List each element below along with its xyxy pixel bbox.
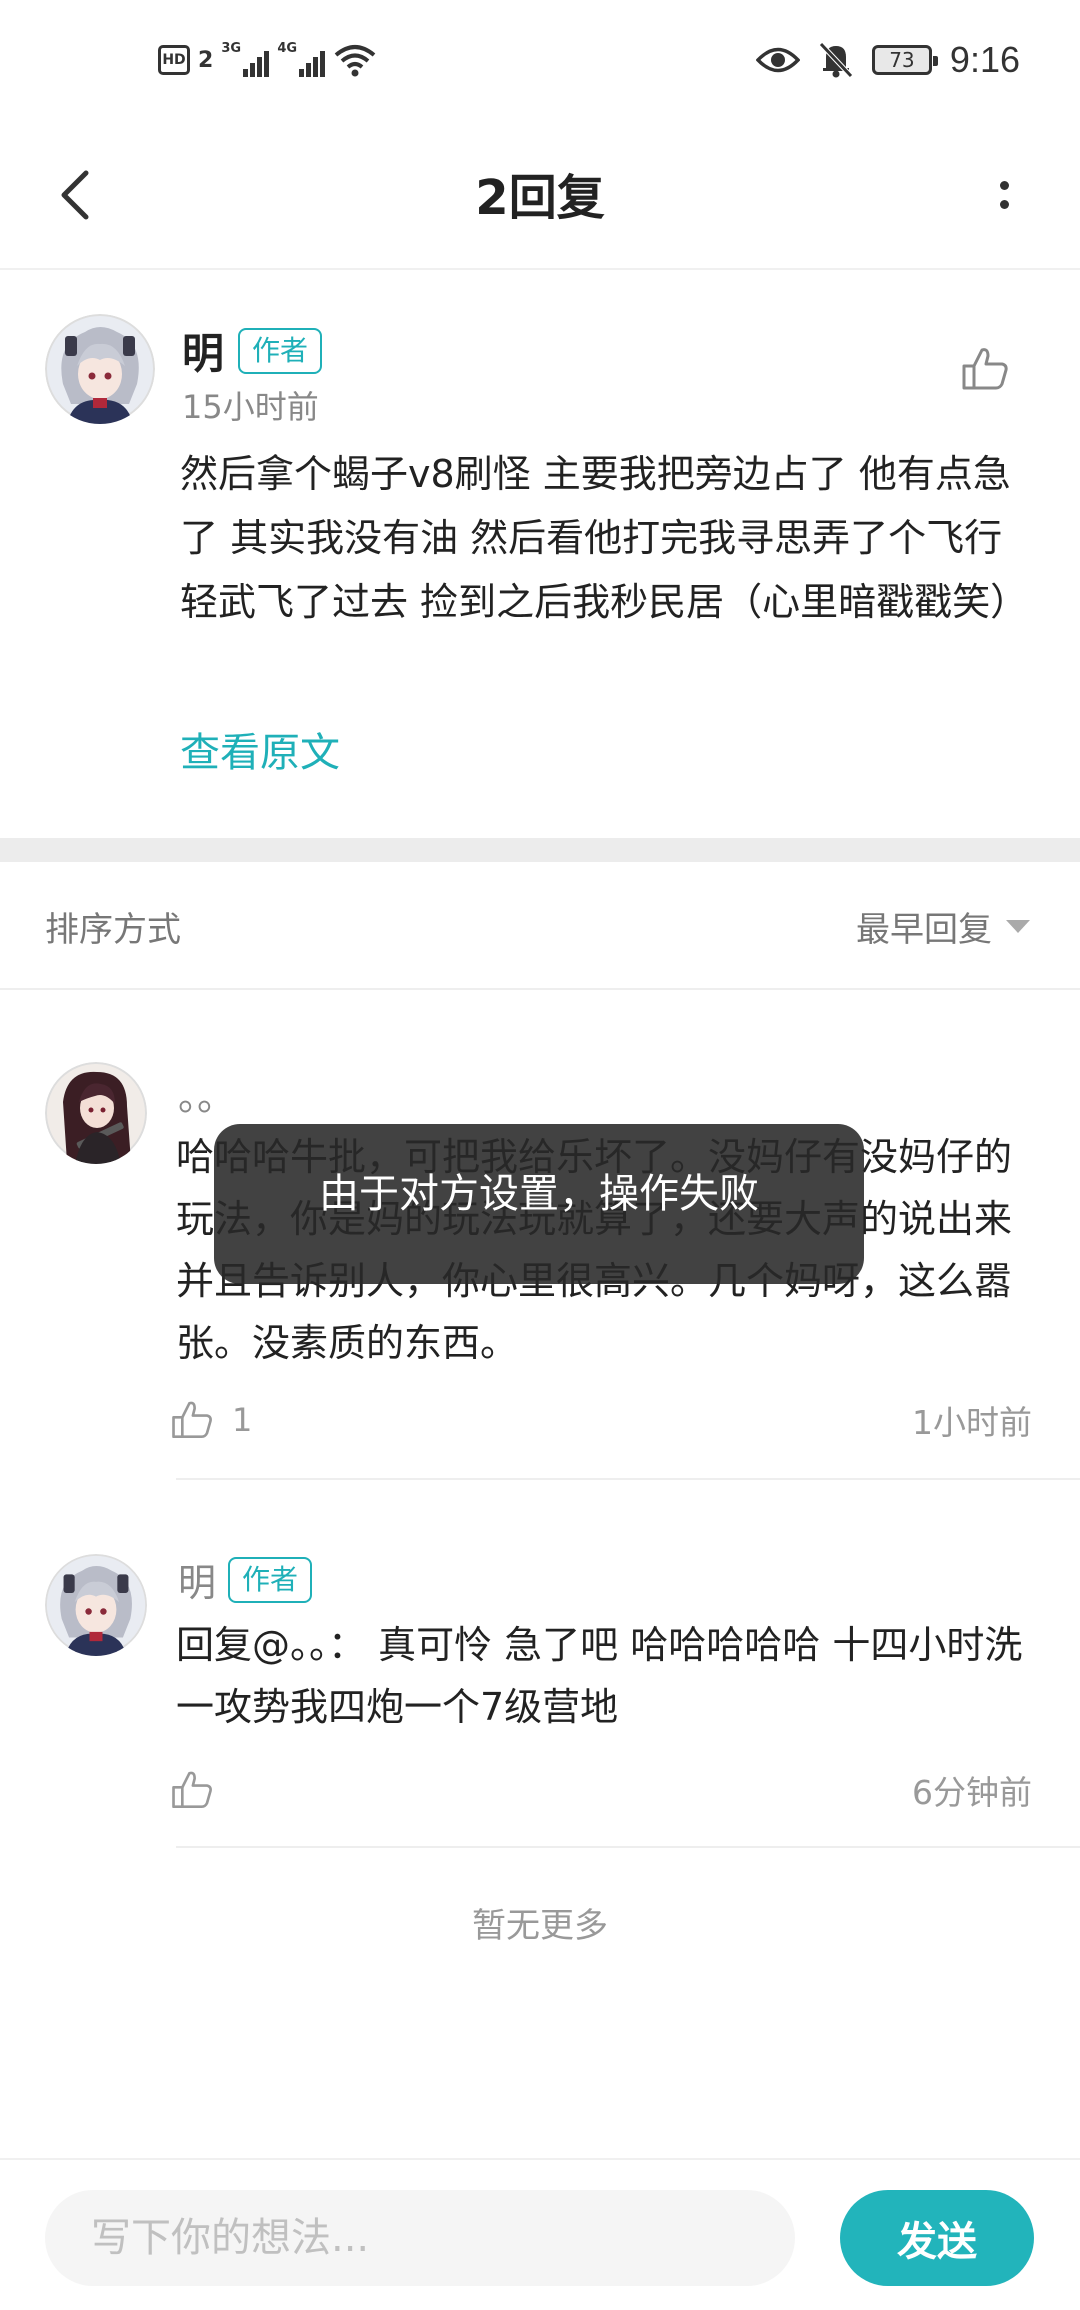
post-body: 然后拿个蝎子v8刷怪 主要我把旁边占了 他有点急了 其实我没有油 然后看他打完我… (180, 452, 1029, 624)
author-badge: 作者 (228, 1556, 313, 1603)
toast-text: 由于对方设置，操作失败 (319, 1171, 759, 1217)
thumb-up-icon (962, 348, 1008, 390)
toast-message: 由于对方设置，操作失败 (214, 1124, 864, 1284)
page-title: 2回复 (475, 170, 605, 226)
reply-actions: 6分钟前 (170, 1766, 1032, 1814)
signal-3g-label: 3G (221, 41, 242, 56)
sort-dropdown[interactable]: 最早回复 (856, 902, 1030, 951)
sort-row: 排序方式 最早回复 (0, 862, 1080, 990)
reply-timestamp: 1小时前 (912, 1403, 1032, 1442)
avatar[interactable] (45, 1554, 147, 1656)
battery-level: 73 (889, 48, 915, 72)
hd-label: HD (162, 52, 186, 68)
reply-actions: 1 1小时前 (170, 1396, 1032, 1444)
reply-item: 明 作者 回复@。。： 真可怜 急了吧 哈哈哈哈哈 十四小时洗一攻势我四炮一个7… (0, 1552, 1080, 1852)
reply-body: 回复@。。： 真可怜 急了吧 哈哈哈哈哈 十四小时洗一攻势我四炮一个7级营地 (176, 1623, 1023, 1729)
clock: 9:16 (949, 39, 1020, 80)
send-button[interactable]: 发送 (840, 2190, 1034, 2286)
like-button[interactable] (170, 1768, 232, 1812)
no-more-label: 暂无更多 (472, 1906, 608, 1946)
reply-author-name[interactable]: 明 作者 (178, 1552, 313, 1607)
avatar[interactable] (45, 1062, 147, 1164)
reply-divider (176, 1846, 1080, 1848)
more-options-button[interactable] (964, 155, 1044, 235)
avatar[interactable] (45, 314, 155, 424)
more-dot (999, 200, 1009, 209)
main-post: 明 作者 15小时前 然后拿个蝎子v8刷怪 主要我把旁边占了 他有点急了 其实我… (0, 272, 1080, 838)
reply-author-label: 。。 (178, 1075, 236, 1119)
caret-down-icon (1006, 920, 1030, 933)
more-dot (999, 181, 1009, 190)
like-count: 1 (232, 1401, 253, 1439)
reply-divider (176, 1478, 1080, 1480)
sort-selected: 最早回复 (856, 910, 992, 950)
thumb-up-icon (172, 1401, 212, 1439)
status-right: 73 9:16 (755, 36, 1020, 84)
thumb-up-icon (172, 1771, 212, 1809)
sort-label: 排序方式 (45, 910, 181, 950)
reply-author-name[interactable]: 。。 (178, 1066, 235, 1121)
author-line: 明 作者 (182, 320, 323, 381)
hd-icon: HD (158, 45, 190, 75)
status-left: HD 2 3G 4G (158, 40, 377, 80)
like-button[interactable] (960, 344, 1020, 404)
signal-3g-icon: 3G (221, 41, 270, 77)
author-badge: 作者 (238, 327, 323, 374)
bell-off-icon (819, 42, 853, 78)
comment-input[interactable] (45, 2190, 795, 2286)
eye-icon (755, 47, 800, 73)
author-name[interactable]: 明 (182, 320, 224, 381)
sim-number: 2 (198, 47, 214, 73)
post-timestamp: 15小时前 (182, 388, 319, 426)
section-divider (0, 838, 1080, 862)
top-app-bar: 2回复 (0, 120, 1080, 270)
comment-composer: 发送 (0, 2158, 1080, 2310)
signal-4g-label: 4G (277, 41, 298, 56)
signal-4g-icon: 4G (277, 41, 326, 77)
view-original-link[interactable]: 查看原文 (180, 720, 340, 778)
battery-icon: 73 (871, 45, 938, 75)
status-bar: HD 2 3G 4G 73 9:16 (0, 0, 1080, 120)
reply-author-label: 明 (178, 1561, 217, 1605)
reply-timestamp: 6分钟前 (912, 1773, 1032, 1812)
wifi-icon (335, 45, 376, 77)
like-button[interactable]: 1 (170, 1398, 252, 1442)
